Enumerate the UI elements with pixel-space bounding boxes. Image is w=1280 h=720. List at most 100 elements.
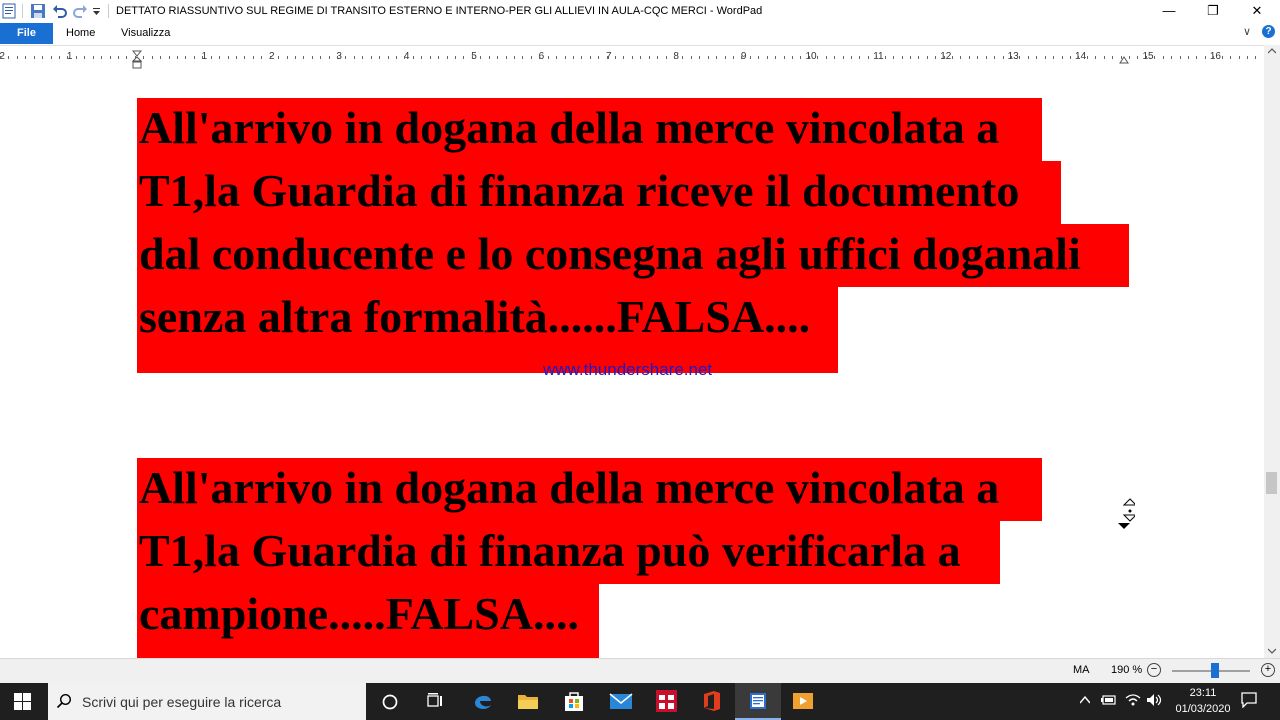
ruler-tick	[960, 56, 962, 59]
wordpad-app-icon[interactable]	[2, 3, 16, 19]
wordpad-taskbar-icon[interactable]	[748, 691, 768, 711]
ruler-tick	[842, 56, 844, 59]
ruler-tick	[1238, 56, 1240, 59]
cortana-icon[interactable]	[382, 694, 398, 710]
ruler-tick	[1070, 56, 1071, 59]
battery-icon[interactable]	[1101, 694, 1117, 706]
ruler-tick	[598, 56, 600, 59]
ruler-tick	[219, 56, 221, 59]
watermark-text: www.thundershare.net	[543, 360, 713, 379]
ruler-number: 12	[940, 51, 952, 62]
notification-center-icon[interactable]	[1241, 692, 1257, 708]
left-indent-marker[interactable]	[132, 50, 142, 70]
paragraph-line: dal conducente e lo consegna agli uffici…	[139, 228, 1081, 279]
ruler-tick	[160, 56, 162, 59]
restore-button[interactable]: ❐	[1191, 0, 1235, 23]
file-explorer-icon[interactable]	[517, 692, 539, 710]
windows-start-icon[interactable]	[14, 693, 31, 710]
media-player-icon[interactable]	[792, 691, 814, 711]
ruler-tick	[1162, 56, 1164, 59]
ruler-tick	[1103, 56, 1105, 59]
vertical-scrollbar[interactable]	[1264, 45, 1280, 658]
ruler-tick	[320, 56, 322, 59]
ruler-tick	[202, 56, 204, 59]
ruler-tick	[817, 56, 819, 59]
wifi-icon[interactable]	[1125, 693, 1141, 707]
ruler-tick	[362, 56, 364, 59]
customize-toolbar-icon[interactable]	[92, 8, 101, 16]
clock-date: 01/03/2020	[1175, 703, 1231, 715]
ruler-tick	[884, 56, 886, 59]
ruler-tick	[176, 56, 178, 59]
ruler-tick	[1213, 56, 1215, 59]
volume-icon[interactable]	[1146, 693, 1164, 707]
ruler-tick	[707, 56, 709, 59]
ruler-tick	[480, 56, 482, 59]
separator	[22, 4, 23, 18]
office-icon[interactable]	[702, 690, 722, 712]
ruler-tick	[311, 56, 313, 59]
ruler-tick	[143, 56, 145, 59]
zoom-slider-thumb[interactable]	[1210, 663, 1219, 678]
ruler-tick	[615, 56, 616, 59]
ruler-number: 10	[805, 51, 817, 62]
ruler-tick	[185, 56, 187, 59]
ruler[interactable]: 2 1 1 2 3 4 5 6 7 8 9 10 11 12 13 14 15 16	[0, 45, 1265, 71]
ruler-tick	[286, 56, 288, 59]
ruler-tick	[640, 56, 642, 59]
show-hidden-icons-chevron-icon[interactable]	[1080, 696, 1090, 704]
zoom-in-button[interactable]: +	[1261, 663, 1275, 677]
ruler-tick	[463, 56, 465, 59]
ruler-tick	[977, 56, 979, 59]
ruler-tick	[834, 56, 836, 59]
paragraph-line: T1,la Guardia di finanza riceve il docum…	[139, 165, 1020, 216]
ruler-tick	[556, 56, 558, 59]
ruler-tick	[1179, 56, 1181, 59]
ruler-tick	[210, 56, 212, 59]
collapse-ribbon-icon[interactable]: ∨	[1243, 25, 1251, 38]
ruler-tick	[1002, 56, 1004, 59]
task-view-icon[interactable]	[426, 693, 444, 709]
ruler-tick	[733, 56, 734, 59]
ruler-tick	[25, 56, 27, 59]
ruler-tick	[994, 56, 996, 59]
gift-app-icon[interactable]	[655, 689, 678, 713]
tab-home[interactable]: Home	[66, 23, 95, 44]
ruler-tick	[876, 56, 878, 59]
save-icon[interactable]	[30, 3, 46, 19]
tab-view[interactable]: Visualizza	[121, 23, 170, 44]
ruler-tick	[783, 56, 785, 59]
ruler-number: 15	[1142, 51, 1154, 62]
scroll-up-icon[interactable]	[1268, 48, 1276, 54]
paragraph-line: senza altra formalità......FALSA....	[139, 291, 811, 342]
store-icon[interactable]	[563, 690, 585, 712]
ruler-tick	[1053, 56, 1055, 59]
minimize-button[interactable]: —	[1147, 0, 1191, 23]
ruler-tick	[0, 56, 1, 59]
ruler-tick	[985, 56, 987, 59]
separator	[108, 4, 109, 18]
close-button[interactable]: ✕	[1235, 0, 1279, 23]
ruler-tick	[75, 56, 77, 59]
ruler-tick	[67, 56, 69, 59]
help-icon[interactable]: ?	[1262, 25, 1275, 38]
tab-file[interactable]: File	[0, 23, 53, 44]
ruler-tick	[859, 56, 861, 59]
scroll-down-icon[interactable]	[1268, 648, 1276, 654]
undo-icon[interactable]	[52, 3, 68, 19]
ruler-tick	[345, 56, 347, 59]
ruler-tick	[901, 56, 903, 59]
document-area[interactable]: All'arrivo in dogana della merce vincola…	[0, 70, 1264, 658]
redo-icon[interactable]	[72, 3, 88, 19]
ruler-tick	[1061, 56, 1063, 59]
ruler-tick	[1196, 56, 1198, 59]
ruler-tick	[278, 56, 279, 59]
ruler-tick	[438, 56, 440, 59]
ruler-tick	[353, 56, 355, 59]
edge-browser-icon[interactable]	[472, 691, 494, 711]
scrollbar-thumb[interactable]	[1266, 472, 1277, 494]
ruler-tick	[1019, 56, 1021, 59]
mail-icon[interactable]	[609, 692, 633, 710]
zoom-out-button[interactable]: −	[1147, 663, 1161, 677]
system-clock[interactable]: 23:11 01/03/2020	[1168, 685, 1238, 717]
